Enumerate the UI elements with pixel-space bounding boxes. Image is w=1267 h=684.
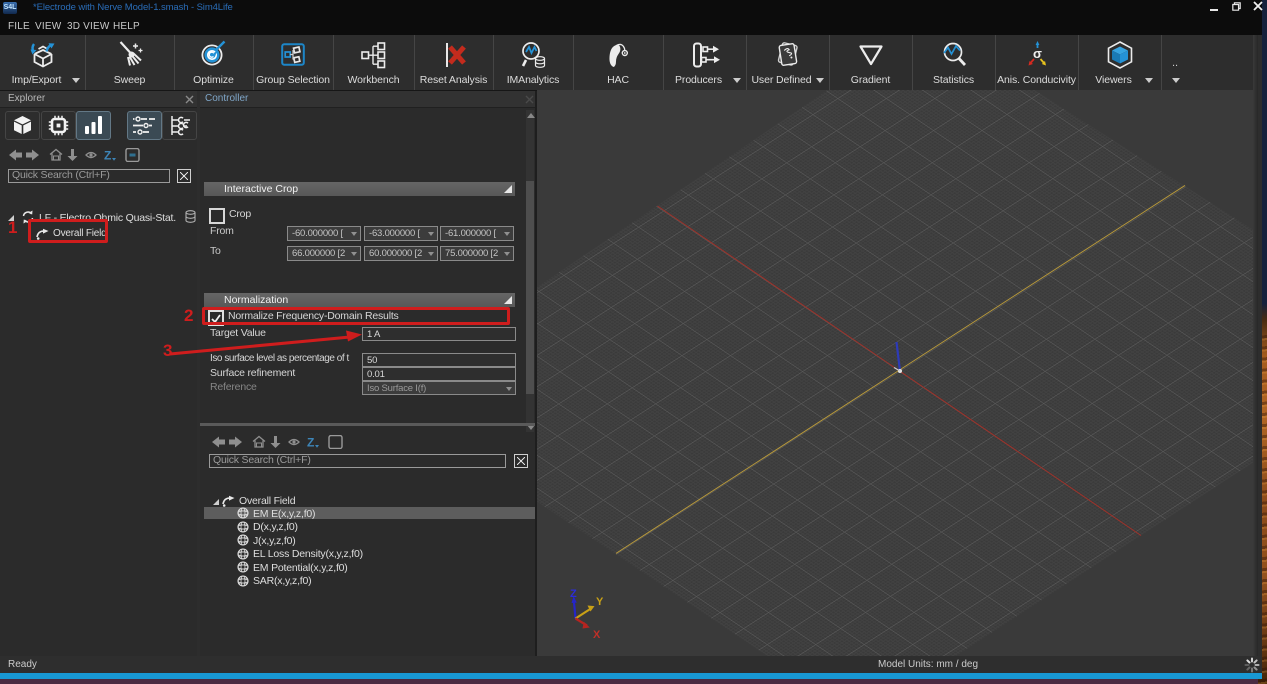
svg-text:Z: Z (570, 588, 577, 600)
svg-text:Y: Y (596, 596, 604, 608)
svg-text:σ: σ (1033, 46, 1042, 61)
svg-text:X: X (593, 629, 601, 641)
svg-text:Z: Z (104, 149, 111, 163)
svg-text:Z: Z (307, 436, 314, 450)
